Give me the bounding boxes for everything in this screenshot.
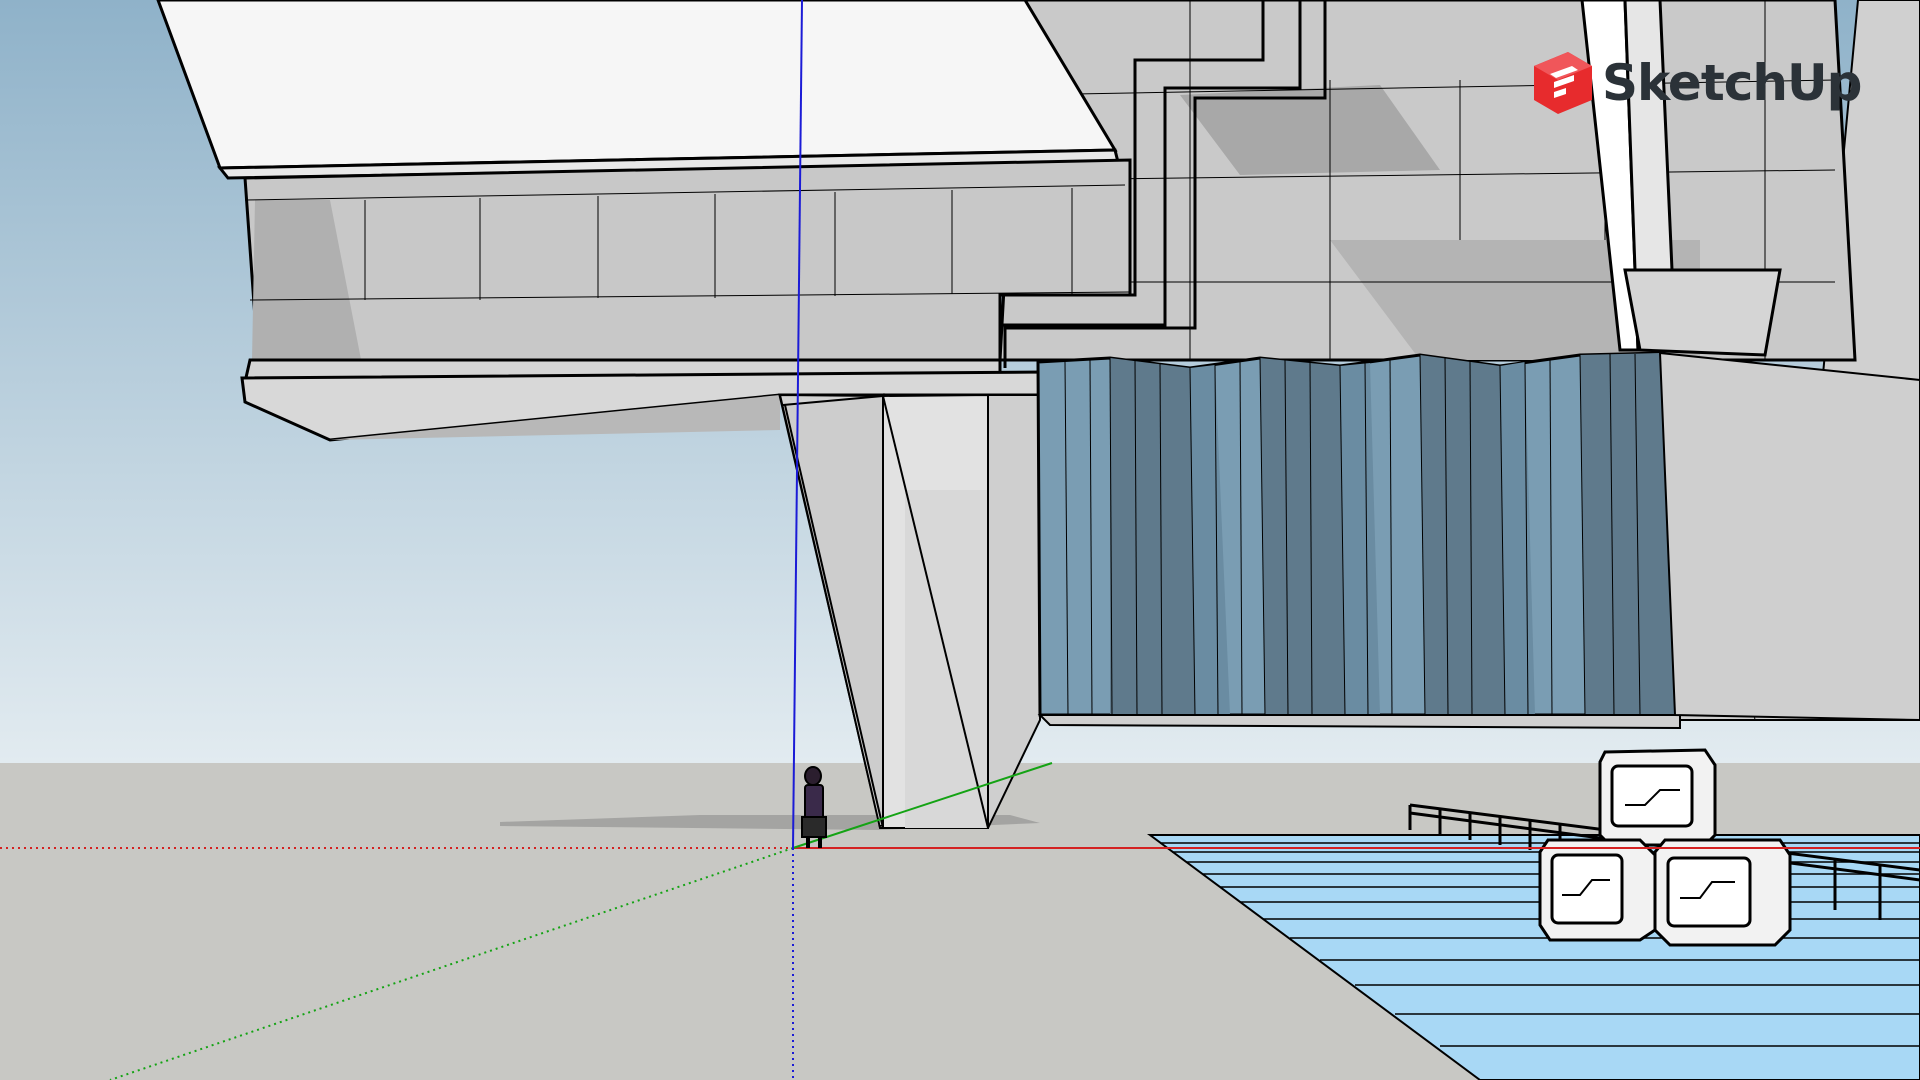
upper-slab <box>156 0 1132 442</box>
crate-top <box>1598 748 1717 847</box>
sketchup-brand: SketchUp <box>1530 48 1862 118</box>
glass-curtain-wall <box>1036 351 1681 730</box>
3d-scene[interactable] <box>0 0 1920 1080</box>
crate-right <box>1653 838 1792 947</box>
model-viewport[interactable]: SketchUp <box>0 0 1920 1080</box>
building-right-wall <box>1658 351 1920 722</box>
brand-name: SketchUp <box>1602 54 1862 112</box>
crate-left <box>1538 838 1657 942</box>
sketchup-logo-icon <box>1534 52 1592 114</box>
